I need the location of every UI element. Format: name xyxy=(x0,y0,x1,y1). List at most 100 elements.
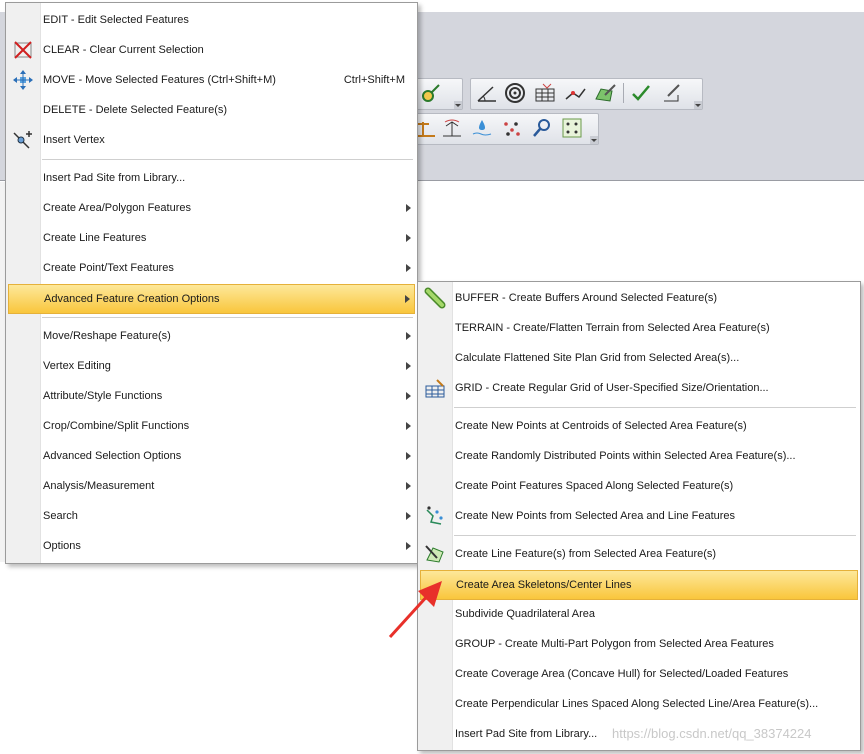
menu-item-buffer-create-buffers-around-selected-fe[interactable]: BUFFER - Create Buffers Around Selected … xyxy=(420,284,858,312)
menu-item-vertex-editing[interactable]: Vertex Editing xyxy=(8,352,415,380)
digitize-icon[interactable] xyxy=(659,81,683,105)
menu-item-move-reshape-feature-s[interactable]: Move/Reshape Feature(s) xyxy=(8,322,415,350)
menu-item-analysis-measurement[interactable]: Analysis/Measurement xyxy=(8,472,415,500)
menu-item-label: TERRAIN - Create/Flatten Terrain from Se… xyxy=(455,322,770,334)
draw-point-icon[interactable] xyxy=(418,81,442,105)
toolbar-separator xyxy=(623,83,624,103)
menu-item-advanced-selection-options[interactable]: Advanced Selection Options xyxy=(8,442,415,470)
menu-item-label: Insert Pad Site from Library... xyxy=(43,172,186,184)
menu-item-label: Advanced Feature Creation Options xyxy=(44,293,220,305)
menu-item-create-perpendicular-lines-spaced-along-[interactable]: Create Perpendicular Lines Spaced Along … xyxy=(420,690,858,718)
context-menu: EDIT - Edit Selected Features CLEAR - Cle… xyxy=(5,2,418,564)
advanced-feature-submenu: BUFFER - Create Buffers Around Selected … xyxy=(417,281,861,751)
menu-item-label: Insert Pad Site from Library... xyxy=(455,728,598,740)
vertex-grid-icon[interactable] xyxy=(560,116,584,140)
grid-icon[interactable] xyxy=(533,81,557,105)
menu-item-label: Advanced Selection Options xyxy=(43,450,182,462)
toolbar-digitizer xyxy=(415,78,463,110)
menu-item-label: Options xyxy=(43,540,81,552)
submenu-arrow-icon xyxy=(406,482,411,490)
menu-item-label: Crop/Combine/Split Functions xyxy=(43,420,190,432)
menu-item-group-create-multi-part-polygon-from-sel[interactable]: GROUP - Create Multi-Part Polygon from S… xyxy=(420,630,858,658)
menu-item-label: Attribute/Style Functions xyxy=(43,390,163,402)
move-icon xyxy=(11,68,35,92)
menu-item-advanced-feature-creation-options[interactable]: Advanced Feature Creation Options xyxy=(8,284,415,314)
buffer-icon xyxy=(423,286,447,310)
insert-vertex-icon xyxy=(11,128,35,152)
submenu-arrow-icon xyxy=(406,512,411,520)
menu-separator xyxy=(454,407,856,408)
menu-item-label: Search xyxy=(43,510,78,522)
menu-item-label: Create New Points at Centroids of Select… xyxy=(455,420,747,432)
clear-selection-icon xyxy=(11,38,35,62)
menu-item-crop-combine-split-functions[interactable]: Crop/Combine/Split Functions xyxy=(8,412,415,440)
menu-item-create-area-polygon-features[interactable]: Create Area/Polygon Features xyxy=(8,194,415,222)
menu-separator xyxy=(42,159,413,160)
menu-item-label: GRID - Create Regular Grid of User-Speci… xyxy=(455,382,769,394)
viewshed-icon[interactable] xyxy=(440,116,464,140)
menu-item-clear-clear-current-selection[interactable]: CLEAR - Clear Current Selection xyxy=(8,36,415,64)
menu-item-label: GROUP - Create Multi-Part Polygon from S… xyxy=(455,638,774,650)
menu-item-label: Create New Points from Selected Area and… xyxy=(455,510,736,522)
menu-item-label: MOVE - Move Selected Features (Ctrl+Shif… xyxy=(43,74,276,86)
menu-item-delete-delete-selected-feature-s[interactable]: DELETE - Delete Selected Feature(s) xyxy=(8,96,415,124)
menu-item-move-move-selected-features-ctrl-shift-m[interactable]: MOVE - Move Selected Features (Ctrl+Shif… xyxy=(8,66,415,94)
menu-item-create-line-features[interactable]: Create Line Features xyxy=(8,224,415,252)
submenu-arrow-icon xyxy=(406,542,411,550)
menu-item-create-randomly-distributed-points-withi[interactable]: Create Randomly Distributed Points withi… xyxy=(420,442,858,470)
toolbar-analysis xyxy=(405,113,599,145)
check-icon[interactable] xyxy=(629,81,653,105)
submenu-arrow-icon xyxy=(406,204,411,212)
toolbar-grip[interactable] xyxy=(694,101,702,109)
menu-item-grid-create-regular-grid-of-user-specifi[interactable]: GRID - Create Regular Grid of User-Speci… xyxy=(420,374,858,402)
toolbar-grip[interactable] xyxy=(454,101,462,109)
menu-item-edit-edit-selected-features[interactable]: EDIT - Edit Selected Features xyxy=(8,6,415,34)
toolbar-grip[interactable] xyxy=(590,136,598,144)
menu-item-create-point-features-spaced-along-selec[interactable]: Create Point Features Spaced Along Selec… xyxy=(420,472,858,500)
submenu-arrow-icon xyxy=(406,452,411,460)
menu-item-calculate-flattened-site-plan-grid-from-[interactable]: Calculate Flattened Site Plan Grid from … xyxy=(420,344,858,372)
menu-item-create-coverage-area-concave-hull-for-se[interactable]: Create Coverage Area (Concave Hull) for … xyxy=(420,660,858,688)
menu-item-label: Create Point Features Spaced Along Selec… xyxy=(455,480,734,492)
menu-item-create-new-points-at-centroids-of-select[interactable]: Create New Points at Centroids of Select… xyxy=(420,412,858,440)
path-icon[interactable] xyxy=(563,81,587,105)
menu-separator xyxy=(42,317,413,318)
menu-item-label: Vertex Editing xyxy=(43,360,111,372)
menu-item-label: Create Area Skeletons/Center Lines xyxy=(456,579,632,591)
grid-icon xyxy=(423,376,447,400)
menu-item-label: Move/Reshape Feature(s) xyxy=(43,330,171,342)
submenu-arrow-icon xyxy=(406,392,411,400)
annotation-arrow xyxy=(388,581,442,639)
submenu-arrow-icon xyxy=(406,422,411,430)
menu-item-create-new-points-from-selected-area-and[interactable]: Create New Points from Selected Area and… xyxy=(420,502,858,530)
angle-icon[interactable] xyxy=(475,81,499,105)
menu-item-label: CLEAR - Clear Current Selection xyxy=(43,44,204,56)
menu-item-label: Create Line Feature(s) from Selected Are… xyxy=(455,548,717,560)
submenu-arrow-icon xyxy=(406,234,411,242)
menu-item-insert-pad-site-from-library[interactable]: Insert Pad Site from Library... xyxy=(8,164,415,192)
points-from-features-icon xyxy=(423,504,447,528)
menu-item-label: Create Line Features xyxy=(43,232,147,244)
submenu-arrow-icon xyxy=(406,264,411,272)
menu-item-options[interactable]: Options xyxy=(8,532,415,560)
menu-item-label: Create Area/Polygon Features xyxy=(43,202,191,214)
submenu-arrow-icon xyxy=(406,362,411,370)
points-icon[interactable] xyxy=(500,116,524,140)
line-from-area-icon xyxy=(423,542,447,566)
menu-item-label: Subdivide Quadrilateral Area xyxy=(455,608,596,620)
search-key-icon[interactable] xyxy=(530,116,554,140)
menu-item-attribute-style-functions[interactable]: Attribute/Style Functions xyxy=(8,382,415,410)
menu-item-shortcut: Ctrl+Shift+M xyxy=(343,74,405,86)
menu-item-create-area-skeletons-center-lines[interactable]: Create Area Skeletons/Center Lines xyxy=(420,570,858,600)
menu-item-subdivide-quadrilateral-area[interactable]: Subdivide Quadrilateral Area xyxy=(420,600,858,628)
watermark: https://blog.csdn.net/qq_38374224 xyxy=(612,726,812,741)
menu-item-search[interactable]: Search xyxy=(8,502,415,530)
menu-item-insert-vertex[interactable]: Insert Vertex xyxy=(8,126,415,154)
edit-area-icon[interactable] xyxy=(593,81,617,105)
menu-item-label: Insert Vertex xyxy=(43,134,105,146)
target-icon[interactable] xyxy=(503,81,527,105)
watershed-icon[interactable] xyxy=(470,116,494,140)
menu-item-terrain-create-flatten-terrain-from-sele[interactable]: TERRAIN - Create/Flatten Terrain from Se… xyxy=(420,314,858,342)
menu-item-create-line-feature-s-from-selected-area[interactable]: Create Line Feature(s) from Selected Are… xyxy=(420,540,858,568)
menu-item-create-point-text-features[interactable]: Create Point/Text Features xyxy=(8,254,415,282)
